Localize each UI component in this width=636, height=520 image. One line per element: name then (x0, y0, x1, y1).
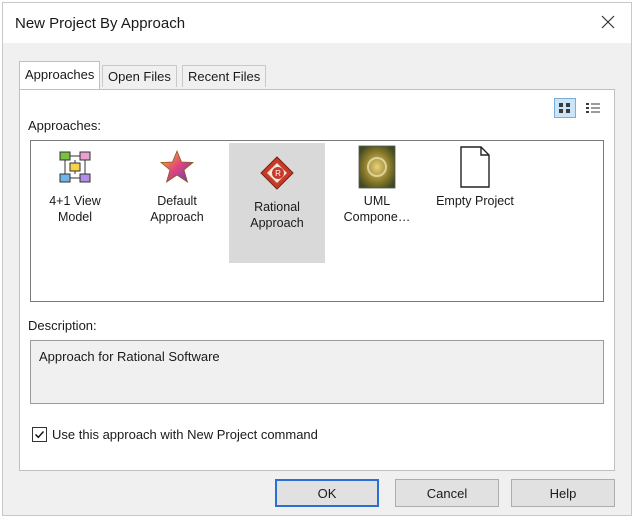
star-icon (157, 145, 197, 189)
tab-approaches[interactable]: Approaches (19, 61, 101, 89)
large-icons-view-icon[interactable] (554, 98, 576, 118)
help-button[interactable]: Help (511, 479, 615, 507)
approach-label-line2: Approach (250, 216, 304, 230)
uml-component-icon (357, 145, 397, 189)
view-toggle (554, 98, 604, 118)
dialog-title: New Project By Approach (15, 15, 186, 32)
approach-item-4plus1[interactable]: 4+1 View Model (39, 145, 111, 225)
grid-model-icon (55, 145, 95, 189)
new-project-dialog: New Project By Approach Approaches Open … (2, 2, 632, 516)
approach-label-line2: Approach (150, 210, 204, 224)
approach-item-default[interactable]: Default Approach (141, 145, 213, 225)
approach-label-line1: Rational (254, 200, 300, 214)
approach-item-rational[interactable]: R Rational Approach (229, 143, 325, 263)
description-box: Approach for Rational Software (30, 340, 604, 404)
approaches-label: Approaches: (28, 118, 101, 133)
use-approach-checkbox-row[interactable]: Use this approach with New Project comma… (32, 427, 318, 442)
approach-label-line2: Compone… (343, 210, 411, 224)
use-approach-checkbox-label: Use this approach with New Project comma… (52, 427, 318, 442)
approach-label-line1: UML (363, 194, 391, 208)
description-label: Description: (28, 318, 97, 333)
use-approach-checkbox[interactable] (32, 427, 47, 442)
approach-label-line1: 4+1 View (49, 194, 101, 208)
description-text: Approach for Rational Software (39, 349, 220, 364)
tab-open-files[interactable]: Open Files (102, 65, 177, 87)
title-bar: New Project By Approach (3, 3, 631, 43)
checkmark-icon (35, 431, 45, 439)
details-view-icon[interactable] (582, 98, 604, 118)
rational-diamond-icon: R (257, 151, 297, 195)
approach-label-line1: Empty Project (436, 194, 514, 208)
tab-recent-files[interactable]: Recent Files (182, 65, 267, 87)
close-icon[interactable] (591, 7, 625, 37)
approach-label-line2: Model (57, 210, 93, 224)
approach-item-uml-component[interactable]: UML Compone… (337, 145, 417, 225)
approach-label-line1: Default (157, 194, 197, 208)
cancel-button[interactable]: Cancel (395, 479, 499, 507)
blank-page-icon (455, 145, 495, 189)
approaches-tab-panel: Approaches: 4+1 View Model Default Appro… (19, 89, 615, 471)
svg-text:R: R (275, 169, 281, 178)
approach-item-empty-project[interactable]: Empty Project (423, 145, 527, 209)
ok-button[interactable]: OK (275, 479, 379, 507)
approaches-list[interactable]: 4+1 View Model Default Approach R Ration… (30, 140, 604, 302)
